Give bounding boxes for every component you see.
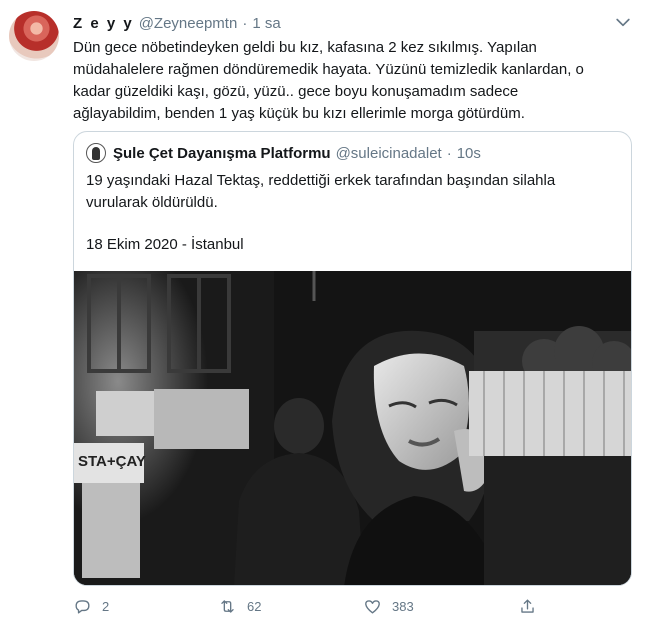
tweet-header: Z e y y @Zeyneepmtn · 1 sa <box>73 13 281 33</box>
quoted-tweet-text: 19 yaşındaki Hazal Tektaş, reddettiği er… <box>86 170 621 214</box>
tweet-timestamp[interactable]: 1 sa <box>252 15 280 32</box>
quoted-author-avatar <box>86 143 106 163</box>
quoted-author-handle: @suleicinadalet <box>335 144 442 162</box>
photo-illustration: STA+ÇAY <box>74 271 631 585</box>
header-separator: · <box>242 14 248 32</box>
quoted-date-line: 18 Ekim 2020 - İstanbul <box>86 236 244 253</box>
quoted-header-separator: · <box>446 144 452 162</box>
tweet-text-line: müdahalelere rağmen döndüremedik hayata.… <box>73 61 584 78</box>
tweet-text: Dün gece nöbetindeyken geldi bu kız, kaf… <box>73 37 638 125</box>
author-handle[interactable]: @Zeyneepmtn <box>139 15 238 32</box>
heart-icon <box>365 599 380 614</box>
chevron-down-icon[interactable] <box>613 12 633 32</box>
quoted-tweet-photo[interactable]: STA+ÇAY <box>74 271 631 585</box>
reply-button[interactable]: 2 <box>73 594 109 618</box>
quoted-text-line: 19 yaşındaki Hazal Tektaş, reddettiği er… <box>86 172 556 189</box>
author-name[interactable]: Z e y y <box>73 15 134 32</box>
share-icon <box>521 598 534 613</box>
like-count: 383 <box>392 598 414 614</box>
quoted-tweet-timestamp: 10s <box>456 144 481 162</box>
retweet-button[interactable]: 62 <box>218 594 261 618</box>
tweet-actions: 2 62 383 <box>73 594 573 618</box>
svg-text:STA+ÇAY: STA+ÇAY <box>78 453 146 470</box>
reply-icon <box>75 599 90 614</box>
tweet[interactable]: Z e y y @Zeyneepmtn · 1 sa Dün gece nöbe… <box>0 0 653 625</box>
quoted-author-name: Şule Çet Dayanışma Platformu <box>113 144 331 162</box>
tweet-text-line: Dün gece nöbetindeyken geldi bu kız, kaf… <box>73 39 537 56</box>
like-button[interactable]: 383 <box>363 594 414 618</box>
author-avatar[interactable] <box>9 11 59 61</box>
reply-count: 2 <box>102 598 110 614</box>
tweet-text-line: kadar güzeldiki kaşı, gözü, yüzü.. gece … <box>73 83 519 100</box>
share-button[interactable] <box>518 594 547 618</box>
quoted-tweet[interactable]: Şule Çet Dayanışma Platformu @suleicinad… <box>73 131 632 586</box>
tweet-text-line: ağlayabildim, benden 1 yaş küçük bu kızı… <box>73 105 525 122</box>
retweet-count: 62 <box>247 598 262 614</box>
quoted-text-line: vurularak öldürüldü. <box>86 194 218 211</box>
retweet-icon <box>221 599 234 613</box>
quoted-tweet-header: Şule Çet Dayanışma Platformu @suleicinad… <box>86 143 481 163</box>
